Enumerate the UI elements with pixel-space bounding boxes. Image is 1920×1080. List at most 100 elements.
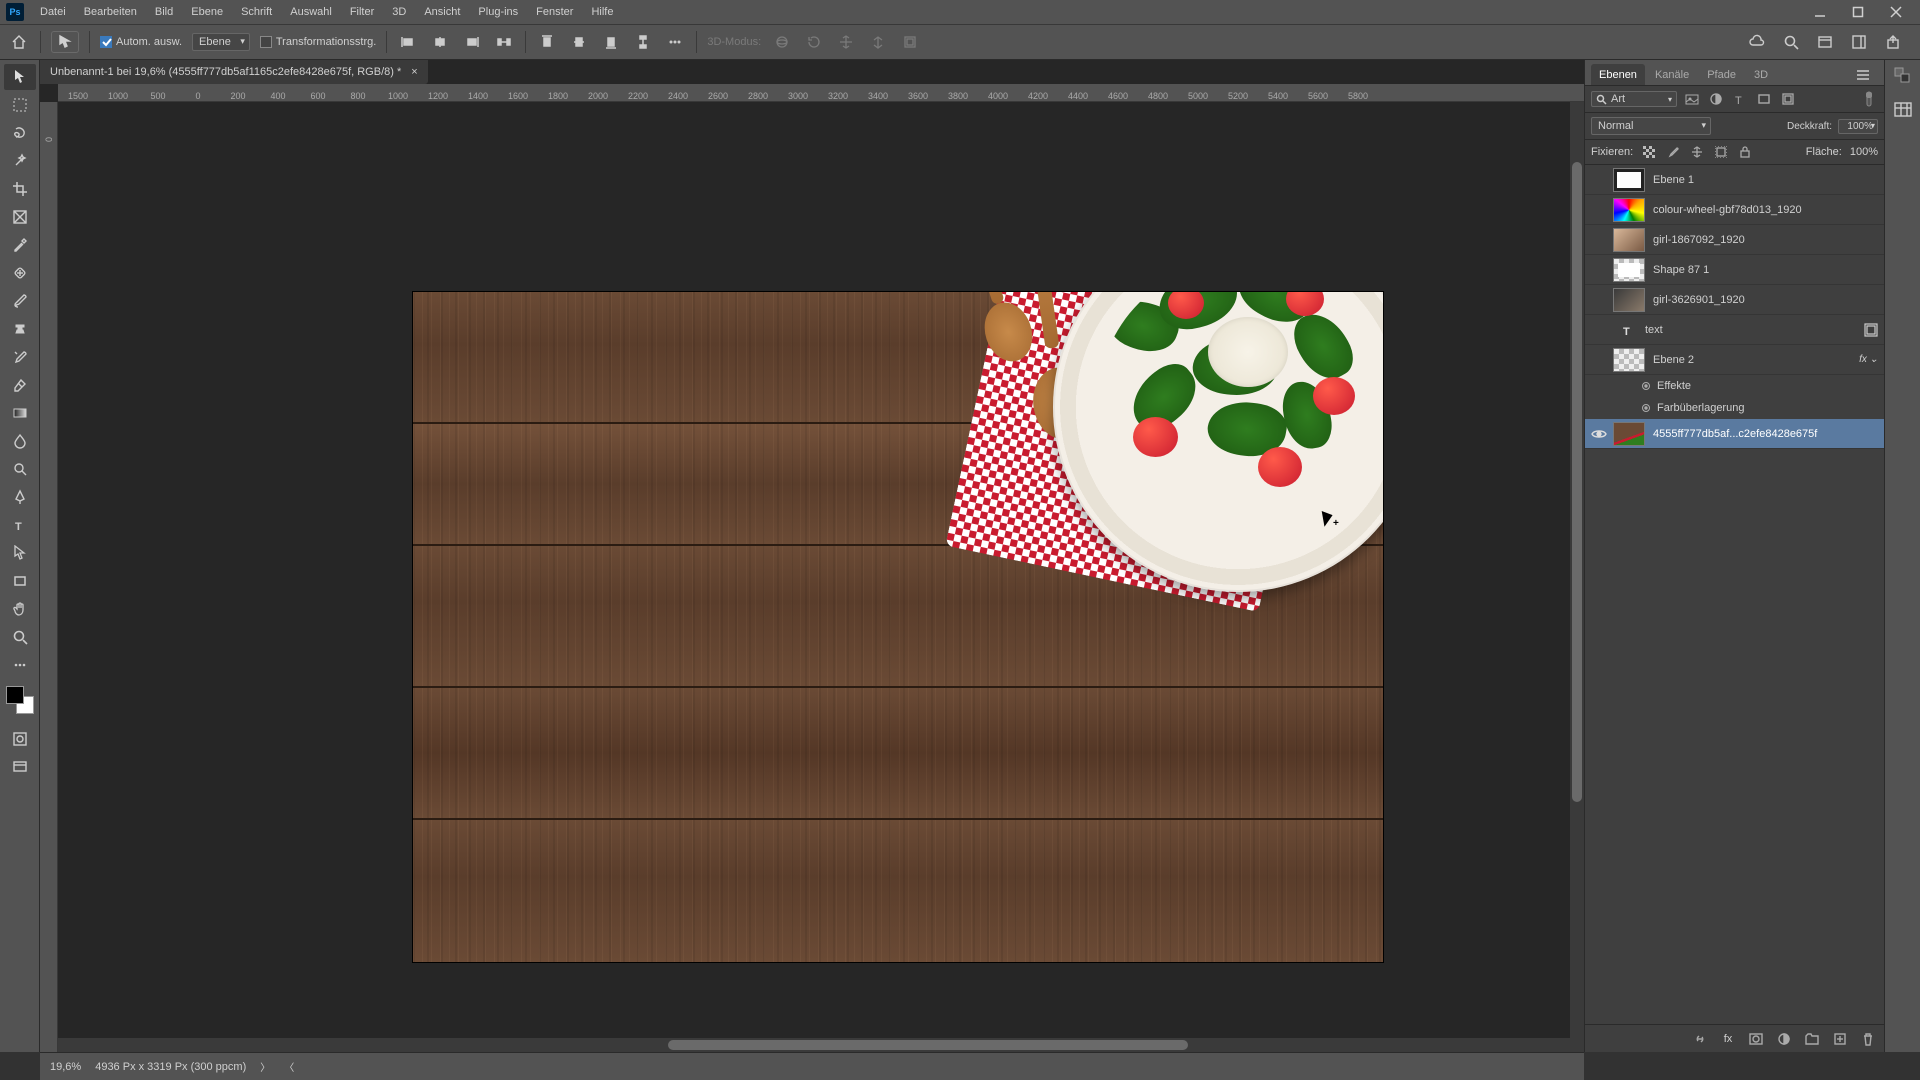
screenmode-toggle[interactable] — [4, 754, 36, 780]
filter-shape-icon[interactable] — [1755, 90, 1773, 108]
layer-row[interactable]: Shape 87 1 — [1585, 255, 1884, 285]
new-layer-icon[interactable] — [1832, 1031, 1848, 1047]
layer-name[interactable]: Ebene 2 — [1653, 354, 1859, 366]
layer-name[interactable]: girl-3626901_1920 — [1653, 294, 1878, 306]
arrange-docs-icon[interactable] — [1814, 31, 1836, 53]
frame-tool[interactable] — [4, 204, 36, 230]
menu-filter[interactable]: Filter — [342, 2, 382, 22]
menu-ebene[interactable]: Ebene — [183, 2, 231, 22]
workspace-switcher-icon[interactable] — [1848, 31, 1870, 53]
color-panel-icon[interactable] — [1893, 66, 1913, 86]
layer-filter-dropdown[interactable]: Art — [1591, 91, 1677, 107]
align-right-icon[interactable] — [461, 31, 483, 53]
more-align-icon[interactable] — [664, 31, 686, 53]
layer-name[interactable]: Ebene 1 — [1653, 174, 1878, 186]
opacity-input[interactable]: 100% — [1838, 119, 1878, 134]
menu-bild[interactable]: Bild — [147, 2, 181, 22]
layer-row[interactable]: colour-wheel-gbf78d013_1920 — [1585, 195, 1884, 225]
align-top-icon[interactable] — [536, 31, 558, 53]
eraser-tool[interactable] — [4, 372, 36, 398]
zoom-level[interactable]: 19,6% — [50, 1061, 81, 1073]
quickmask-toggle[interactable] — [4, 726, 36, 752]
search-icon[interactable] — [1780, 31, 1802, 53]
zoom-tool[interactable] — [4, 624, 36, 650]
tab-ebenen[interactable]: Ebenen — [1591, 64, 1645, 85]
clone-stamp-tool[interactable] — [4, 316, 36, 342]
align-vcenter-icon[interactable] — [568, 31, 590, 53]
move-tool[interactable] — [4, 64, 36, 90]
layer-row[interactable]: T text — [1585, 315, 1884, 345]
distribute-horz-icon[interactable] — [493, 31, 515, 53]
dodge-tool[interactable] — [4, 456, 36, 482]
visibility-toggle[interactable] — [1585, 315, 1613, 344]
panel-menu-icon[interactable] — [1848, 64, 1878, 85]
menu-bearbeiten[interactable]: Bearbeiten — [76, 2, 145, 22]
history-brush-tool[interactable] — [4, 344, 36, 370]
lock-pixels-icon[interactable] — [1665, 144, 1681, 160]
menu-datei[interactable]: Datei — [32, 2, 74, 22]
trash-icon[interactable] — [1860, 1031, 1876, 1047]
blur-tool[interactable] — [4, 428, 36, 454]
share-icon[interactable] — [1882, 31, 1904, 53]
mask-icon[interactable] — [1748, 1031, 1764, 1047]
auto-select-checkbox[interactable]: Autom. ausw. — [100, 36, 182, 48]
color-swatches[interactable] — [6, 686, 34, 714]
auto-select-target-dropdown[interactable]: Ebene — [192, 33, 250, 51]
lock-position-icon[interactable] — [1689, 144, 1705, 160]
pen-tool[interactable] — [4, 484, 36, 510]
filter-toggle-switch[interactable] — [1860, 90, 1878, 108]
visibility-toggle[interactable] — [1585, 345, 1613, 374]
gradient-tool[interactable] — [4, 400, 36, 426]
menu-ansicht[interactable]: Ansicht — [416, 2, 468, 22]
distribute-vert-icon[interactable] — [632, 31, 654, 53]
blend-mode-dropdown[interactable]: Normal — [1591, 117, 1711, 135]
eyedropper-tool[interactable] — [4, 232, 36, 258]
visibility-toggle[interactable] — [1585, 285, 1613, 314]
edit-toolbar-icon[interactable] — [4, 652, 36, 678]
vertical-scrollbar[interactable] — [1570, 102, 1584, 1038]
lock-all-icon[interactable] — [1737, 144, 1753, 160]
layer-name[interactable]: colour-wheel-gbf78d013_1920 — [1653, 204, 1878, 216]
document-tab-close[interactable]: × — [411, 66, 417, 78]
rect-marquee-tool[interactable] — [4, 92, 36, 118]
group-icon[interactable] — [1804, 1031, 1820, 1047]
tab-kanaele[interactable]: Kanäle — [1647, 64, 1697, 85]
effect-item[interactable]: Farbüberlagerung — [1657, 402, 1744, 414]
layer-name[interactable]: 4555ff777db5af...c2efe8428e675f — [1653, 428, 1878, 440]
fx-badge[interactable]: fx ⌄ — [1859, 354, 1878, 365]
layer-name[interactable]: text — [1645, 324, 1864, 336]
hand-tool[interactable] — [4, 596, 36, 622]
doc-dimensions[interactable]: 4936 Px x 3319 Px (300 ppcm) — [95, 1061, 246, 1073]
effects-label[interactable]: Effekte — [1657, 380, 1691, 392]
path-select-tool[interactable] — [4, 540, 36, 566]
filter-type-icon[interactable]: T — [1731, 90, 1749, 108]
align-bottom-icon[interactable] — [600, 31, 622, 53]
tab-pfade[interactable]: Pfade — [1699, 64, 1744, 85]
align-left-icon[interactable] — [397, 31, 419, 53]
layer-row[interactable]: girl-1867092_1920 — [1585, 225, 1884, 255]
fill-input[interactable]: 100% — [1850, 146, 1878, 158]
horizontal-scrollbar[interactable] — [58, 1038, 1584, 1052]
status-chevron-left-icon[interactable]: 〈 — [284, 1059, 294, 1074]
menu-hilfe[interactable]: Hilfe — [583, 2, 621, 22]
swatches-panel-icon[interactable] — [1893, 100, 1913, 120]
filter-smart-icon[interactable] — [1779, 90, 1797, 108]
menu-fenster[interactable]: Fenster — [528, 2, 581, 22]
rectangle-shape-tool[interactable] — [4, 568, 36, 594]
menu-3d[interactable]: 3D — [384, 2, 414, 22]
transform-controls-checkbox[interactable]: Transformationsstrg. — [260, 36, 376, 48]
lock-transparency-icon[interactable] — [1641, 144, 1657, 160]
visibility-toggle[interactable] — [1585, 255, 1613, 284]
filter-adjust-icon[interactable] — [1707, 90, 1725, 108]
home-button[interactable] — [8, 31, 30, 53]
visibility-toggle[interactable] — [1585, 225, 1613, 254]
tab-3d[interactable]: 3D — [1746, 64, 1776, 85]
layer-row[interactable]: Ebene 2 fx ⌄ — [1585, 345, 1884, 375]
current-tool-indicator[interactable] — [51, 31, 79, 53]
cloud-docs-icon[interactable] — [1746, 31, 1768, 53]
window-minimize-button[interactable] — [1802, 0, 1838, 24]
fx-icon[interactable]: fx — [1720, 1031, 1736, 1047]
layer-row[interactable]: girl-3626901_1920 — [1585, 285, 1884, 315]
brush-tool[interactable] — [4, 288, 36, 314]
status-chevron-icon[interactable]: 〉 — [260, 1059, 270, 1074]
